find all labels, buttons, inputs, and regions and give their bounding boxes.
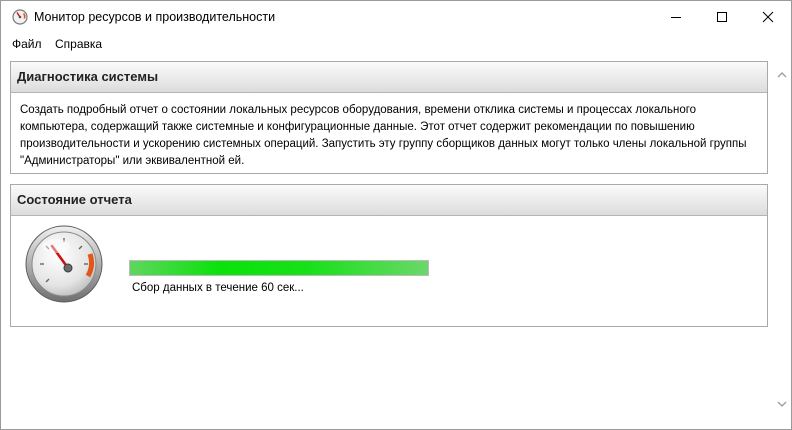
close-icon bbox=[762, 11, 774, 23]
diagnostics-panel: Диагностика системы Создать подробный от… bbox=[10, 61, 768, 174]
maximize-icon bbox=[717, 12, 727, 22]
report-status-text: Сбор данных в течение 60 сек... bbox=[132, 282, 304, 294]
report-status-panel: Состояние отчета Сбор данных в течение 6… bbox=[10, 184, 768, 327]
report-status-panel-header: Состояние отчета bbox=[11, 185, 767, 216]
performance-monitor-icon bbox=[12, 9, 28, 25]
menu-bar: Файл Справка bbox=[1, 34, 791, 54]
chevron-down-icon[interactable] bbox=[777, 400, 787, 408]
speedometer-gauge-icon bbox=[22, 224, 108, 306]
maximize-button[interactable] bbox=[699, 1, 745, 33]
window-title: Монитор ресурсов и производительности bbox=[34, 10, 276, 24]
chevron-up-icon[interactable] bbox=[777, 71, 787, 79]
vertical-scrollbar[interactable] bbox=[773, 55, 791, 429]
resource-monitor-window: Монитор ресурсов и производительности Фа… bbox=[0, 0, 792, 430]
diagnostics-panel-header: Диагностика системы bbox=[11, 62, 767, 93]
diagnostics-title: Диагностика системы bbox=[17, 69, 159, 84]
diagnostics-description: Создать подробный отчет о состоянии лока… bbox=[20, 104, 747, 167]
menu-help[interactable]: Справка bbox=[55, 37, 102, 51]
report-progress-fill bbox=[130, 261, 428, 275]
report-progress-bar bbox=[129, 260, 429, 276]
report-status-title: Состояние отчета bbox=[17, 192, 132, 207]
menu-file[interactable]: Файл bbox=[12, 37, 42, 51]
title-bar[interactable]: Монитор ресурсов и производительности bbox=[1, 1, 791, 33]
minimize-icon bbox=[671, 17, 681, 18]
minimize-button[interactable] bbox=[653, 1, 699, 33]
close-button[interactable] bbox=[745, 1, 791, 33]
report-content-area: Диагностика системы Создать подробный от… bbox=[1, 55, 773, 429]
